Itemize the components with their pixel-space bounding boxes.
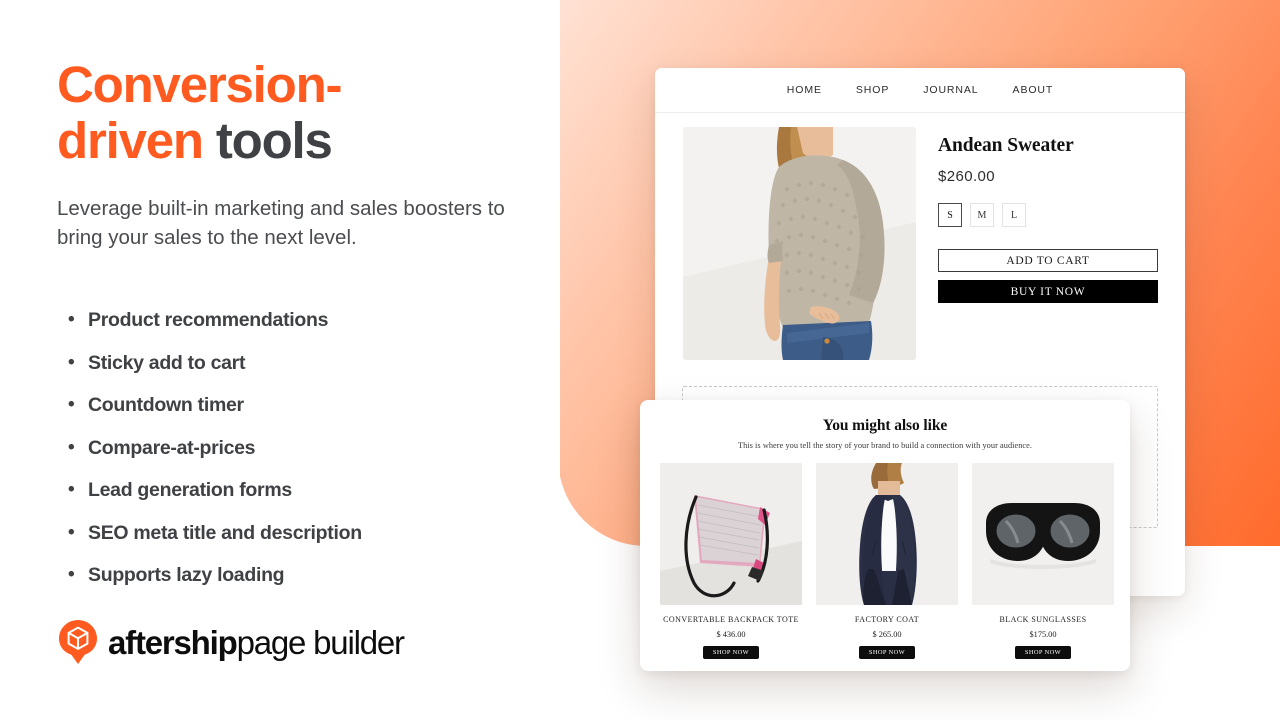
list-item: • Product recommendations [68, 310, 538, 353]
left-content-panel: Conversion- driven tools Leverage built-… [0, 0, 560, 720]
recommendations-subtitle: This is where you tell the story of your… [737, 441, 1033, 450]
headline-line-1: Conversion- [57, 56, 343, 113]
aftership-pin-cube-icon [57, 619, 99, 665]
list-item: BLACK SUNGLASSES $175.00 SHOP NOW [972, 463, 1114, 659]
aftership-page-builder-logo: aftershippage builder [57, 618, 405, 666]
subheading-text: Leverage built-in marketing and sales bo… [57, 197, 505, 249]
bullet-icon: • [68, 351, 75, 373]
product-price: $260.00 [938, 168, 996, 185]
product-thumbnail-backpack-tote[interactable] [660, 463, 802, 605]
headline-line-2-accent: driven [57, 112, 216, 169]
headline-line-2-dark: tools [215, 112, 333, 169]
product-thumbnail-black-sunglasses[interactable] [972, 463, 1114, 605]
feature-label: Supports lazy loading [88, 564, 285, 586]
storefront-navbar: HOME SHOP JOURNAL ABOUT [655, 68, 1185, 113]
product-image[interactable] [683, 127, 916, 360]
shop-now-button[interactable]: SHOP NOW [703, 646, 759, 659]
feature-label: Sticky add to cart [88, 351, 246, 374]
buy-it-now-button[interactable]: BUY IT NOW [938, 280, 1158, 303]
bullet-icon: • [68, 564, 75, 585]
bullet-icon: • [68, 479, 75, 500]
nav-item-home[interactable]: HOME [787, 84, 822, 96]
recommendations-title: You might also like [822, 417, 948, 434]
feature-label: Countdown timer [88, 394, 244, 416]
feature-label: SEO meta title and description [88, 521, 362, 544]
size-option-m[interactable]: M [970, 203, 994, 227]
feature-label: Product recommendations [88, 309, 329, 331]
feature-label: Lead generation forms [88, 479, 292, 501]
list-item: CONVERTABLE BACKPACK TOTE $ 436.00 SHOP … [660, 463, 802, 659]
bullet-icon: • [68, 309, 75, 330]
product-name: BLACK SUNGLASSES [999, 615, 1087, 624]
list-item: • SEO meta title and description [68, 521, 538, 566]
product-thumbnail-factory-coat[interactable] [816, 463, 958, 605]
feature-label: Compare-at-prices [88, 436, 256, 459]
recommendations-card: You might also like This is where you te… [640, 400, 1130, 671]
size-option-s[interactable]: S [938, 203, 962, 227]
logo-wordmark: aftershippage builder [108, 623, 405, 661]
product-title: Andean Sweater [938, 135, 1074, 156]
logo-product-text: page builder [236, 623, 405, 661]
bullet-icon: • [68, 436, 75, 458]
product-price: $ 265.00 [872, 630, 902, 639]
shop-now-button[interactable]: SHOP NOW [1015, 646, 1071, 659]
list-item: • Countdown timer [68, 395, 538, 438]
recommendations-grid: CONVERTABLE BACKPACK TOTE $ 436.00 SHOP … [640, 450, 1130, 659]
nav-item-journal[interactable]: JOURNAL [923, 84, 978, 96]
add-to-cart-button[interactable]: ADD TO CART [938, 249, 1158, 272]
list-item: • Sticky add to cart [68, 351, 538, 396]
product-price: $175.00 [1029, 630, 1057, 639]
feature-list: • Product recommendations • Sticky add t… [68, 310, 538, 608]
list-item: • Compare-at-prices [68, 436, 538, 481]
product-name: CONVERTABLE BACKPACK TOTE [663, 615, 799, 624]
list-item: • Lead generation forms [68, 480, 538, 523]
logo-brand-text: aftership [108, 623, 238, 661]
product-info: Andean Sweater $260.00 S M L ADD TO CART… [938, 127, 1159, 360]
nav-item-about[interactable]: ABOUT [1013, 84, 1054, 96]
product-price: $ 436.00 [716, 630, 746, 639]
slide-canvas: Conversion- driven tools Leverage built-… [0, 0, 1280, 720]
size-option-l[interactable]: L [1002, 203, 1026, 227]
bullet-icon: • [68, 521, 75, 543]
product-detail-section: Andean Sweater $260.00 S M L ADD TO CART… [655, 113, 1185, 360]
shop-now-button[interactable]: SHOP NOW [859, 646, 915, 659]
product-name: FACTORY COAT [854, 615, 920, 624]
list-item: • Supports lazy loading [68, 565, 538, 608]
bullet-icon: • [68, 394, 75, 415]
list-item: FACTORY COAT $ 265.00 SHOP NOW [816, 463, 958, 659]
nav-item-shop[interactable]: SHOP [856, 84, 889, 96]
page-title: Conversion- driven tools [57, 57, 527, 169]
size-selector: S M L [938, 203, 1159, 227]
